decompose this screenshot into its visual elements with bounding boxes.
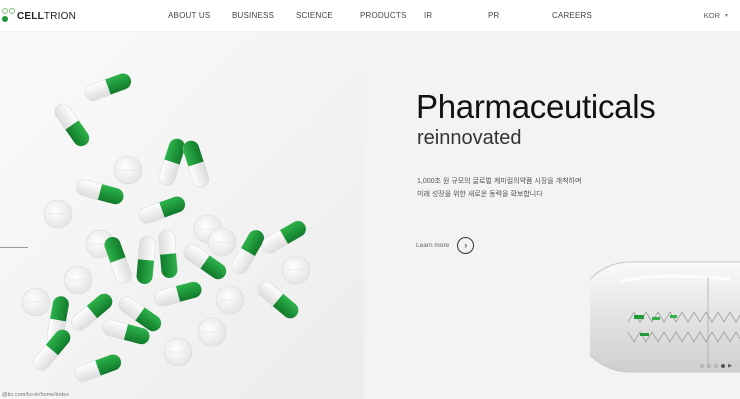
learn-more-button[interactable]: Learn more ›: [416, 237, 475, 254]
hero-description-line-1: 1,000조 원 규모의 글로벌 케미컬의약품 시장을 개척하며: [417, 178, 582, 185]
nav-item-products[interactable]: PRODUCTS: [360, 11, 407, 20]
language-selector[interactable]: KOR ▼: [704, 11, 729, 20]
learn-more-label: Learn more: [416, 242, 450, 249]
chevron-down-icon: ▼: [724, 12, 729, 19]
nav-item-about-us[interactable]: ABOUT US: [168, 11, 210, 20]
nav-item-business[interactable]: BUSINESS: [232, 11, 274, 20]
hero-description: 1,000조 원 규모의 글로벌 케미컬의약품 시장을 개척하며 미래 성장을 …: [417, 175, 581, 201]
play-icon[interactable]: ▶: [728, 363, 732, 369]
hero-description-line-2: 미래 성장을 위한 새로운 동력을 확보합니다: [417, 191, 543, 198]
hero-title: Pharmaceuticals: [416, 88, 656, 125]
pills-illustration: [21, 70, 311, 385]
slide-dot-3[interactable]: [714, 364, 719, 368]
slide-pagination: ▶: [700, 363, 732, 369]
language-label: KOR: [703, 11, 721, 20]
slide-prev-line[interactable]: [0, 247, 28, 248]
nav-item-science[interactable]: SCIENCE: [296, 11, 333, 20]
main-nav: ABOUT US BUSINESS SCIENCE PRODUCTS IR PR…: [0, 11, 740, 23]
nav-item-careers[interactable]: CAREERS: [552, 11, 592, 20]
nav-item-ir[interactable]: IR: [424, 11, 432, 20]
hero-subtitle: reinnovated: [417, 127, 522, 149]
site-header: CELLTRION ABOUT US BUSINESS SCIENCE PROD…: [0, 0, 740, 32]
slide-dot-4[interactable]: [721, 364, 726, 368]
status-url: @tin.com/ko-kr/home/index: [0, 391, 72, 399]
chevron-right-icon[interactable]: ›: [457, 237, 475, 254]
hero-image-pills: @tin.com/ko-kr/home/index: [0, 32, 364, 399]
slide-dot-1[interactable]: [700, 364, 705, 368]
hero-content: Pharmaceuticals reinnovated 1,000조 원 규모의…: [364, 32, 740, 399]
capsule-image: [590, 261, 740, 373]
slide-dot-2[interactable]: [707, 364, 712, 368]
nav-item-pr[interactable]: PR: [488, 11, 500, 20]
